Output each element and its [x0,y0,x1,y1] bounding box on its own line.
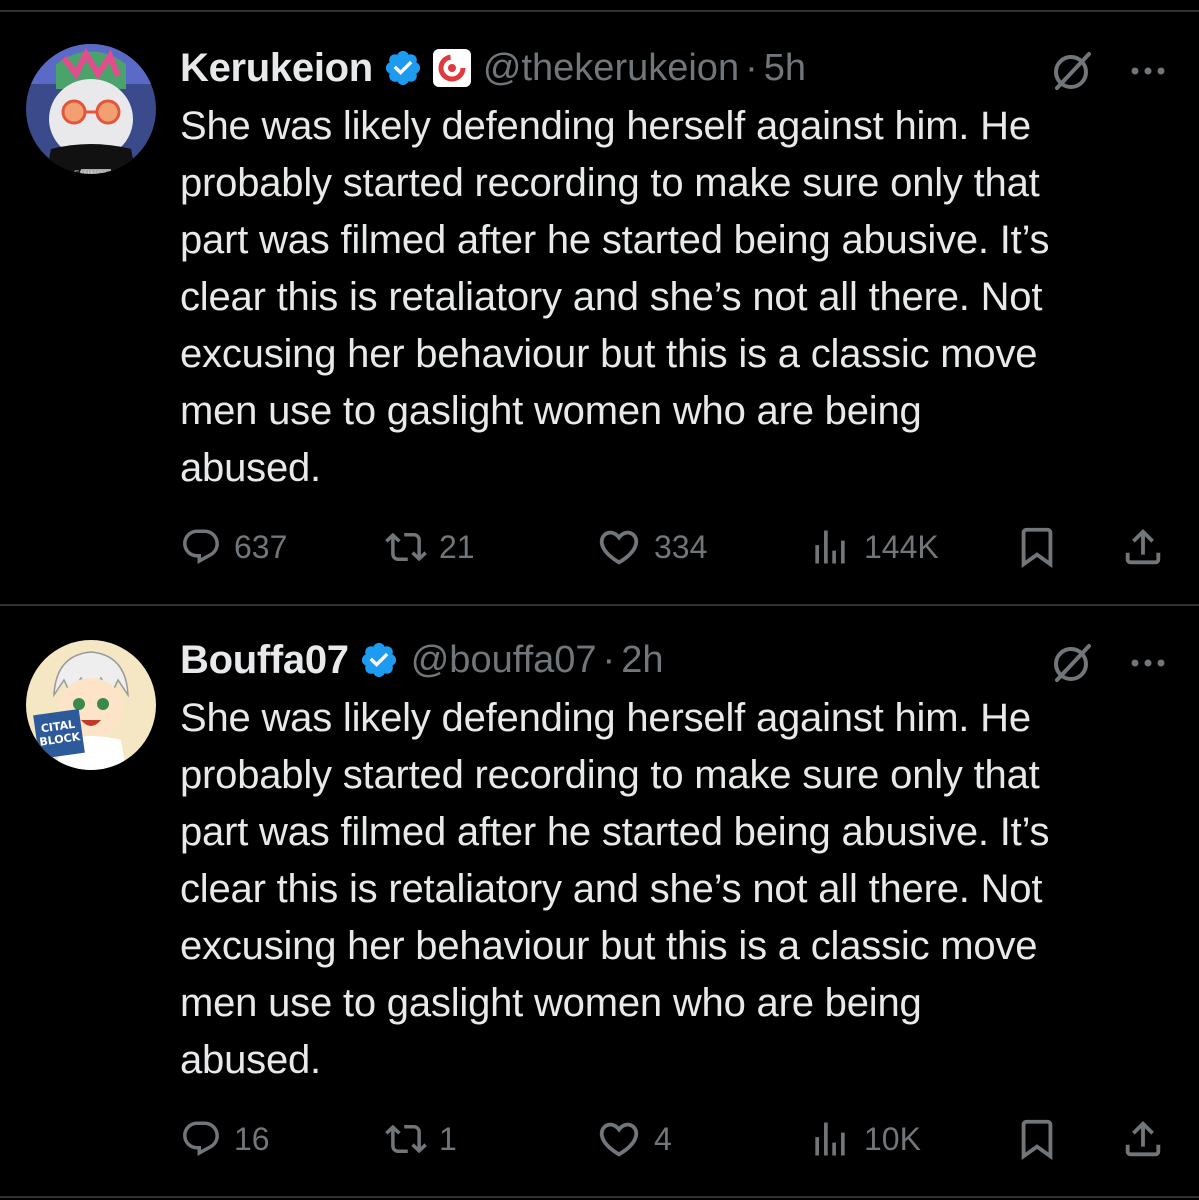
views-button[interactable]: 10K [808,1114,921,1164]
reply-icon [183,1121,219,1156]
timestamp[interactable]: 5h [764,47,806,90]
like-count: 334 [654,528,708,565]
handle[interactable]: @bouffa07 [411,639,597,682]
share-icon [1125,1120,1161,1157]
like-icon [599,530,639,565]
grok-icon[interactable] [1049,48,1095,94]
repost-button[interactable]: 1 [385,1114,457,1164]
tweet-text: She was likely defending herself against… [180,104,1050,490]
avatar[interactable]: CITAL BLOCK [26,640,156,770]
views-icon [815,1122,845,1156]
reply-count: 637 [234,528,288,565]
views-button[interactable]: 144K [808,522,939,572]
tweet-actions: 16 1 4 10K [180,1114,1180,1164]
like-icon [599,1122,639,1157]
like-count: 4 [654,1120,672,1157]
reply-button[interactable]: 16 [180,1114,270,1164]
reply-icon [183,529,219,564]
repost-count: 1 [439,1120,457,1157]
reply-button[interactable]: 637 [180,522,287,572]
repost-count: 21 [439,528,475,565]
verified-badge-icon[interactable] [383,48,423,88]
like-button[interactable]: 4 [596,1114,672,1164]
repost-button[interactable]: 21 [385,522,475,572]
tweet-divider [0,604,1199,606]
reply-count: 16 [234,1120,270,1157]
like-button[interactable]: 334 [596,522,707,572]
bookmark-button[interactable] [1014,522,1060,572]
bookmark-icon [1021,1119,1053,1160]
more-icon[interactable] [1125,640,1171,686]
separator-dot: · [745,46,758,89]
avatar-shirt-text: EMINOI [74,170,107,174]
tweet-header: Kerukeion @thekerukeion · 5h [180,38,806,98]
tweet-actions: 637 21 334 144K [180,522,1180,572]
display-name[interactable]: Kerukeion [180,46,373,91]
bookmark-icon [1021,527,1053,568]
top-divider [0,10,1199,12]
display-name[interactable]: Bouffa07 [180,638,349,683]
bottom-divider [0,1196,1199,1198]
share-button[interactable] [1120,1114,1166,1164]
grok-icon[interactable] [1049,640,1095,686]
share-button[interactable] [1120,522,1166,572]
repost-icon [385,532,427,562]
views-count: 144K [864,528,939,565]
timestamp[interactable]: 2h [621,639,663,682]
tweet-header: Bouffa07 @bouffa07 · 2h [180,630,663,690]
handle[interactable]: @thekerukeion [483,47,739,90]
separator-dot: · [602,638,616,681]
verified-badge-icon[interactable] [359,640,399,680]
more-icon[interactable] [1125,48,1171,94]
tweet-text: She was likely defending herself against… [180,696,1050,1082]
views-count: 10K [864,1120,921,1157]
repost-icon [385,1124,427,1154]
tweet[interactable]: EMINOI Kerukeion @thekerukeion · 5h She [0,38,1199,598]
affiliate-badge-icon[interactable] [432,49,471,87]
tweet[interactable]: CITAL BLOCK Bouffa07 @bouffa07 · 2h She … [0,630,1199,1190]
views-icon [815,530,845,564]
avatar[interactable]: EMINOI [26,44,156,174]
share-icon [1125,528,1161,565]
bookmark-button[interactable] [1014,1114,1060,1164]
